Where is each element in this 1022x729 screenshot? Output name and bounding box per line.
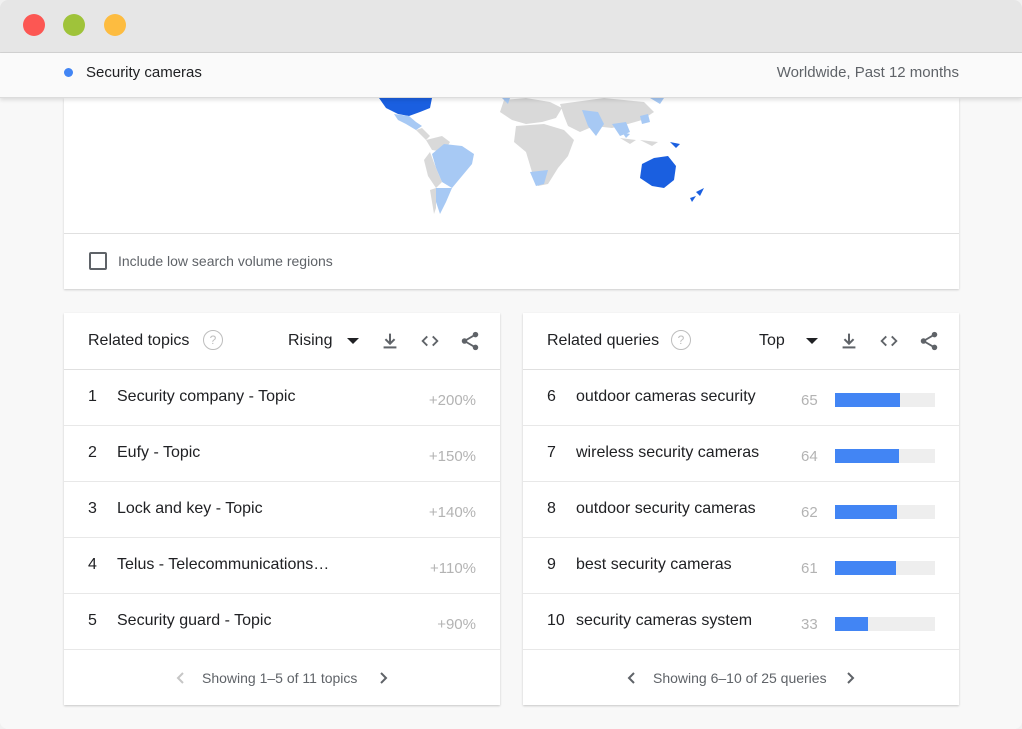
world-map[interactable] (64, 98, 959, 233)
share-icon[interactable] (459, 330, 481, 352)
map-region-mexico (394, 114, 422, 130)
search-term-color-dot (64, 68, 73, 77)
query-rank: 9 (547, 556, 556, 573)
queries-filter-select[interactable]: Top (759, 332, 785, 350)
topic-rank: 3 (88, 500, 97, 517)
topic-value: +200% (428, 392, 476, 409)
search-scope-label[interactable]: Worldwide, Past 12 months (777, 64, 959, 81)
close-window-button[interactable] (23, 14, 45, 36)
chevron-down-icon[interactable] (347, 338, 359, 344)
topic-label[interactable]: Lock and key - Topic (117, 500, 263, 518)
query-rank: 6 (547, 388, 556, 405)
map-region-new-zealand (696, 188, 704, 196)
topic-rank: 2 (88, 444, 97, 461)
topic-rank: 4 (88, 556, 97, 573)
query-value: 61 (801, 560, 818, 577)
topic-row[interactable]: 5 Security guard - Topic +90% (64, 593, 500, 650)
topics-filter-select[interactable]: Rising (288, 332, 332, 350)
map-region-usa (379, 98, 432, 116)
query-bar-fill (835, 561, 896, 575)
share-icon[interactable] (918, 330, 940, 352)
related-queries-header: Related queries ? Top (523, 313, 959, 370)
low-volume-checkbox[interactable] (89, 252, 107, 270)
query-label[interactable]: best security cameras (576, 556, 732, 574)
query-rank: 10 (547, 612, 565, 629)
help-circle-icon[interactable]: ? (203, 330, 223, 350)
query-bar-fill (835, 449, 899, 463)
query-label[interactable]: outdoor cameras security (576, 388, 756, 406)
query-bar-fill (835, 505, 897, 519)
map-region-argentina (436, 188, 452, 214)
chevron-left-icon[interactable] (174, 671, 188, 685)
query-value: 62 (801, 504, 818, 521)
zoom-window-button[interactable] (104, 14, 126, 36)
embed-code-icon[interactable] (878, 330, 900, 352)
query-row[interactable]: 6 outdoor cameras security 65 (523, 369, 959, 426)
topic-label[interactable]: Security guard - Topic (117, 612, 271, 630)
topic-row[interactable]: 4 Telus - Telecommunications… +110% (64, 537, 500, 594)
related-queries-panel: Related queries ? Top 6 outdoor cameras … (523, 313, 959, 705)
chevron-down-icon[interactable] (806, 338, 818, 344)
topic-row[interactable]: 2 Eufy - Topic +150% (64, 425, 500, 482)
search-term-label[interactable]: Security cameras (86, 64, 202, 81)
help-circle-icon[interactable]: ? (671, 330, 691, 350)
topic-label[interactable]: Telus - Telecommunications… (117, 556, 329, 574)
query-rank: 8 (547, 500, 556, 517)
query-row[interactable]: 10 security cameras system 33 (523, 593, 959, 650)
explore-header-bar: Security cameras Worldwide, Past 12 mont… (0, 53, 1022, 98)
topic-row[interactable]: 3 Lock and key - Topic +140% (64, 481, 500, 538)
chevron-left-icon[interactable] (625, 671, 639, 685)
chevron-right-icon[interactable] (843, 671, 857, 685)
topic-value: +90% (437, 616, 476, 633)
topic-rank: 5 (88, 612, 97, 629)
query-row[interactable]: 9 best security cameras 61 (523, 537, 959, 594)
query-label[interactable]: security cameras system (576, 612, 752, 630)
related-topics-title: Related topics (88, 332, 190, 349)
query-rank: 7 (547, 444, 556, 461)
related-topics-header: Related topics ? Rising (64, 313, 500, 370)
query-row[interactable]: 8 outdoor security cameras 62 (523, 481, 959, 538)
query-label[interactable]: outdoor security cameras (576, 500, 756, 518)
query-bar-track (835, 617, 935, 631)
query-bar-track (835, 505, 935, 519)
query-value: 64 (801, 448, 818, 465)
map-region-europe (500, 98, 562, 124)
query-value: 33 (801, 616, 818, 633)
topics-pager-text: Showing 1–5 of 11 topics (202, 670, 358, 686)
query-row[interactable]: 7 wireless security cameras 64 (523, 425, 959, 482)
embed-code-icon[interactable] (419, 330, 441, 352)
query-bar-track (835, 561, 935, 575)
window-titlebar (0, 0, 1022, 53)
interest-by-region-card: Include low search volume regions (64, 98, 959, 289)
minimize-window-button[interactable] (63, 14, 85, 36)
query-bar-track (835, 449, 935, 463)
related-queries-title: Related queries (547, 332, 660, 349)
chevron-right-icon[interactable] (376, 671, 390, 685)
query-bar-track (835, 393, 935, 407)
topic-label[interactable]: Security company - Topic (117, 388, 295, 406)
browser-window: Include low search volume regions Relate… (0, 0, 1022, 729)
topic-rank: 1 (88, 388, 97, 405)
download-icon[interactable] (379, 330, 401, 352)
queries-pager: Showing 6–10 of 25 queries (523, 651, 959, 705)
query-bar-fill (835, 617, 868, 631)
topic-label[interactable]: Eufy - Topic (117, 444, 200, 462)
low-volume-label: Include low search volume regions (118, 253, 333, 269)
download-icon[interactable] (838, 330, 860, 352)
topics-pager: Showing 1–5 of 11 topics (64, 651, 500, 705)
query-label[interactable]: wireless security cameras (576, 444, 759, 462)
query-value: 65 (801, 392, 818, 409)
topic-value: +140% (428, 504, 476, 521)
topic-value: +150% (428, 448, 476, 465)
topic-value: +110% (429, 560, 476, 577)
map-region-australia (640, 156, 676, 188)
related-topics-panel: Related topics ? Rising 1 Security compa… (64, 313, 500, 705)
topic-row[interactable]: 1 Security company - Topic +200% (64, 369, 500, 426)
query-bar-fill (835, 393, 900, 407)
map-region-asia (560, 98, 654, 132)
queries-pager-text: Showing 6–10 of 25 queries (653, 670, 827, 686)
map-footer: Include low search volume regions (64, 233, 959, 290)
